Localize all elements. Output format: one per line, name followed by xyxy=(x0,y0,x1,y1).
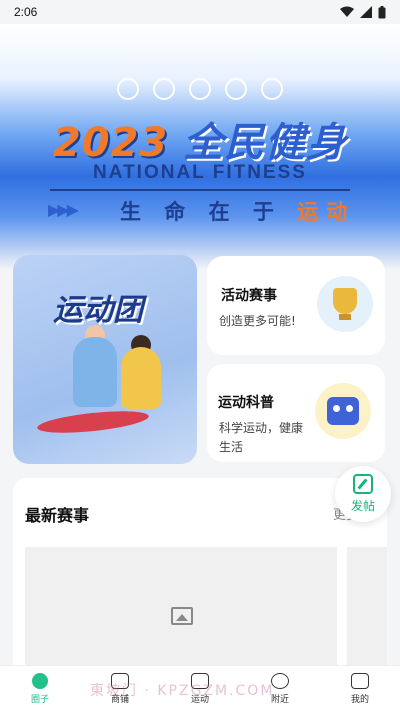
robot-icon xyxy=(315,383,371,439)
latest-events-title: 最新赛事 xyxy=(25,506,90,525)
post-button-label: 发帖 xyxy=(350,499,375,513)
sports-group-card[interactable]: 运动团 xyxy=(13,255,197,464)
nav-item-profile[interactable]: 我的 xyxy=(330,672,390,705)
sport-icons-row xyxy=(0,78,400,100)
sports-group-title: 运动团 xyxy=(53,293,143,328)
battery-icon xyxy=(378,5,386,18)
science-card-title: 运动科普 xyxy=(218,395,274,411)
wifi-icon xyxy=(340,6,354,17)
volleyball-icon xyxy=(261,78,283,100)
nav-item-circle[interactable]: 圈子 xyxy=(10,672,70,705)
banner-subtitle: NATIONAL FITNESS xyxy=(93,162,307,183)
science-card-desc: 科学运动，健康生活 xyxy=(219,421,304,454)
banner-divider xyxy=(50,189,350,191)
science-card[interactable]: 运动科普 科学运动，健康生活 xyxy=(207,364,385,462)
basketball-icon xyxy=(225,78,247,100)
event-card[interactable] xyxy=(347,547,387,678)
image-placeholder-icon xyxy=(171,607,193,625)
football-icon xyxy=(117,78,139,100)
banner-title: 2023 全民健身 xyxy=(0,110,400,168)
dumbbell-icon xyxy=(189,78,211,100)
post-button[interactable]: 发帖 xyxy=(335,466,391,522)
status-bar: 2:06 xyxy=(0,0,400,24)
latest-events-section: 最新赛事 更多 xyxy=(13,478,387,678)
banner-tag-highlight: 运动 xyxy=(297,200,356,224)
profile-icon xyxy=(351,672,369,689)
banner-tag-prefix: 生 命 在 于 xyxy=(120,200,282,224)
events-card-desc: 创造更多可能! xyxy=(219,314,296,328)
banner-main-title: 全民健身 xyxy=(183,120,348,166)
trophy-icon xyxy=(317,276,373,332)
illustration-person xyxy=(73,337,117,407)
banner-arrows: ▶▶▶ xyxy=(48,200,79,219)
status-time: 2:06 xyxy=(14,5,38,19)
watermark: 東坡门 · KPZGZM.COM xyxy=(90,683,275,699)
event-card[interactable] xyxy=(25,547,337,678)
illustration-person xyxy=(121,347,161,409)
hero-banner[interactable]: 2023 全民健身 NATIONAL FITNESS ▶▶▶ 生 命 在 于 运… xyxy=(0,24,400,270)
nav-label: 我的 xyxy=(350,694,369,705)
skateboard-illustration xyxy=(36,407,150,437)
events-card-title: 活动赛事 xyxy=(221,288,277,304)
edit-icon xyxy=(353,474,373,494)
status-icons xyxy=(340,5,386,19)
banner-year: 2023 xyxy=(52,120,169,166)
events-card[interactable]: 活动赛事 创造更多可能! xyxy=(207,256,385,355)
banner-tagline: 生 命 在 于 运动 xyxy=(120,196,355,226)
signal-icon xyxy=(360,6,372,18)
badminton-icon xyxy=(153,78,175,100)
circle-icon xyxy=(32,672,48,689)
nav-label: 圈子 xyxy=(30,694,49,705)
